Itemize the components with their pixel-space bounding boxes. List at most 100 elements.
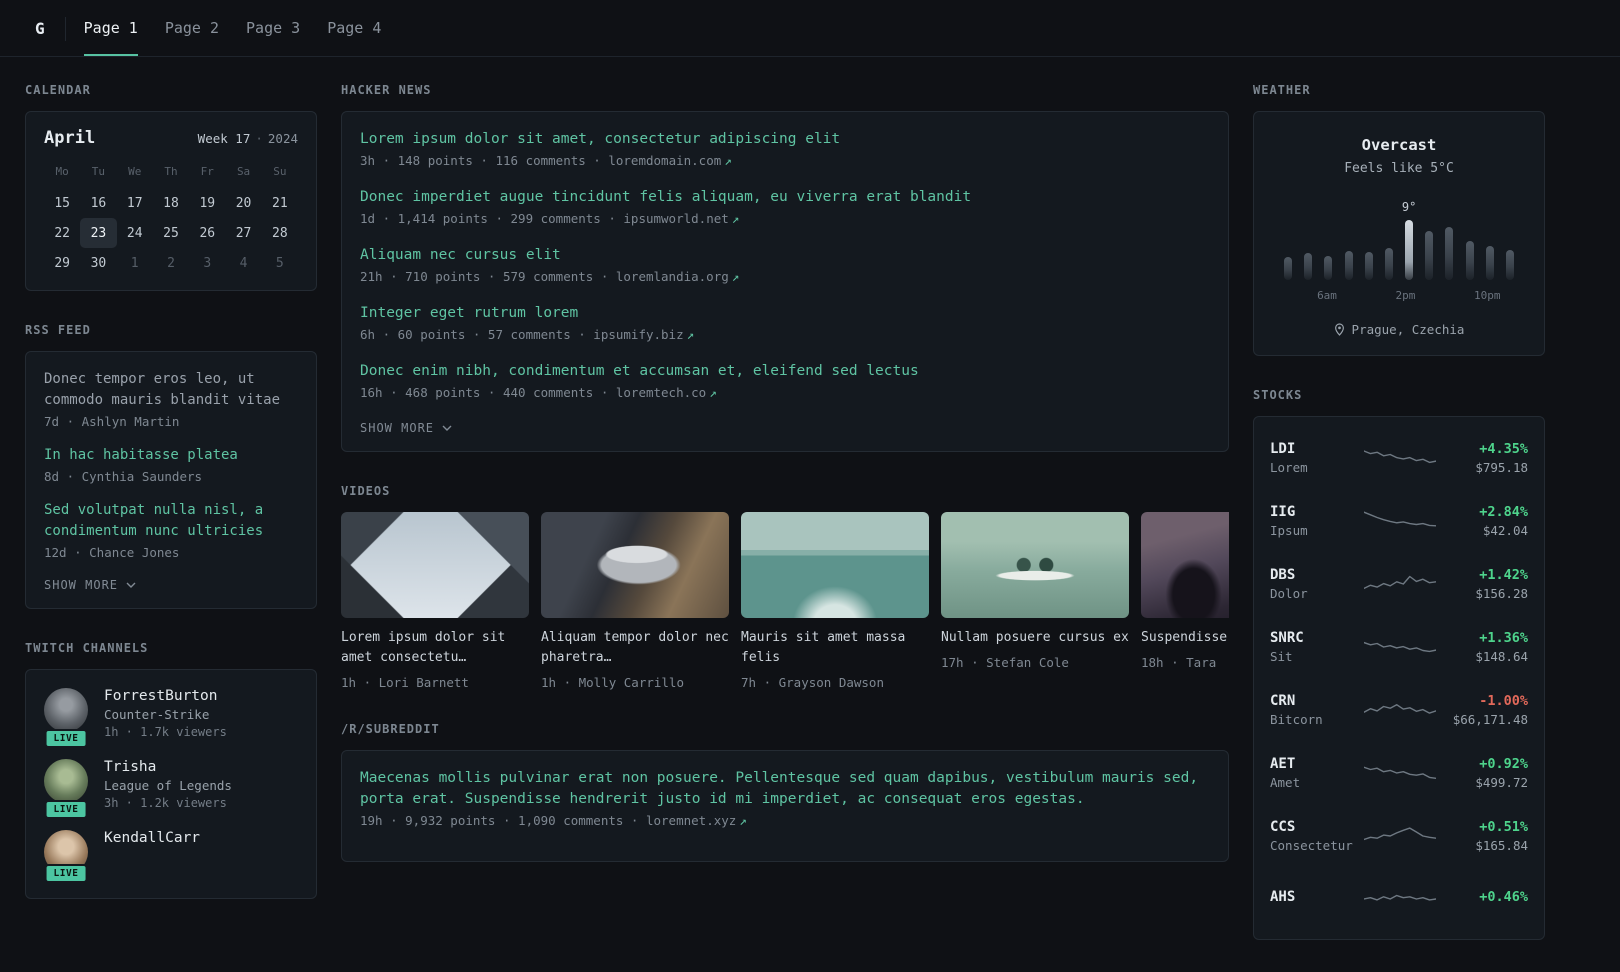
stocks-list: LDI Lorem +4.35% $795.18 IIG Ipsum +2.84… xyxy=(1270,426,1528,930)
hackernews-item-domain[interactable]: ipsumworld.net xyxy=(623,211,728,226)
weather-temp-label xyxy=(1379,194,1399,214)
channel-name: ForrestBurton xyxy=(104,688,218,704)
subreddit-post-domain[interactable]: loremnet.xyz xyxy=(646,813,736,828)
rss-item-title[interactable]: In hac habitasse platea xyxy=(44,445,298,466)
stock-identity: CRN Bitcorn xyxy=(1270,693,1364,727)
stock-price: $165.84 xyxy=(1475,837,1528,853)
twitch-channel-row[interactable]: LIVE KendallCarr xyxy=(44,830,298,883)
hackernews-item-title[interactable]: Integer eget rutrum lorem xyxy=(360,303,1210,324)
rss-show-more-button[interactable]: SHOW MORE xyxy=(44,576,136,594)
weather-bars xyxy=(1278,218,1520,280)
stock-name: Sit xyxy=(1270,648,1293,664)
hackernews-item-domain[interactable]: loremdomain.com xyxy=(608,153,721,168)
stock-identity: LDI Lorem xyxy=(1270,441,1364,475)
stock-name: Consectetur xyxy=(1270,837,1353,853)
live-badge: LIVE xyxy=(44,729,88,748)
stock-values: +0.92% $499.72 xyxy=(1436,756,1528,790)
calendar-weekday-row: Mo Tu We Th Fr Sa Su xyxy=(44,161,298,188)
channel-meta: 1h · 1.7k viewers xyxy=(104,725,227,739)
weather-time-label xyxy=(1501,289,1521,305)
calendar-day: 1 xyxy=(130,255,139,271)
weather-section-title: WEATHER xyxy=(1253,83,1311,97)
video-title[interactable]: Lorem ipsum dolor sit amet consectetu… xyxy=(341,628,529,668)
calendar-day: 3 xyxy=(203,255,212,271)
stocks-section-title: STOCKS xyxy=(1253,388,1303,402)
stock-row[interactable]: SNRC Sit +1.36% $148.64 xyxy=(1270,615,1528,678)
stock-identity: AET Amet xyxy=(1270,756,1364,790)
page-tab[interactable]: Page 2 xyxy=(165,0,219,56)
twitch-channel-row[interactable]: LIVE Trisha League of Legends 3h · 1.2k … xyxy=(44,759,298,819)
calendar-section-title: CALENDAR xyxy=(25,83,91,97)
page-tab[interactable]: Page 4 xyxy=(327,0,381,56)
video-thumbnail[interactable] xyxy=(1141,512,1229,619)
page-tab[interactable]: Page 1 xyxy=(83,0,138,56)
calendar-week: Week 17 xyxy=(197,131,251,146)
stock-name: Lorem xyxy=(1270,459,1308,475)
subreddit-post-stats: 19h · 9,932 points · 1,090 comments · xyxy=(360,813,646,829)
stock-sparkline xyxy=(1363,449,1436,463)
stock-ticker: SNRC xyxy=(1270,629,1304,646)
video-title[interactable]: Nullam posuere cursus ex xyxy=(941,628,1129,648)
weather-time-label xyxy=(1278,289,1298,305)
weather-temp-label xyxy=(1480,194,1500,214)
hackernews-item: Aliquam nec cursus elit 21h · 710 points… xyxy=(360,245,1210,284)
hackernews-item-title[interactable]: Donec imperdiet augue tincidunt felis al… xyxy=(360,187,1210,208)
hackernews-item-meta: 6h · 60 points · 57 comments · ipsumify.… xyxy=(360,327,1210,342)
hackernews-item: Donec imperdiet augue tincidunt felis al… xyxy=(360,187,1210,226)
stock-row[interactable]: IIG Ipsum +2.84% $42.04 xyxy=(1270,489,1528,552)
stock-row[interactable]: AHS +0.46% xyxy=(1270,867,1528,930)
stock-row[interactable]: CCS Consectetur +0.51% $165.84 xyxy=(1270,804,1528,867)
hackernews-item-domain[interactable]: loremtech.co xyxy=(616,385,706,400)
hackernews-item-domain[interactable]: loremlandia.org xyxy=(616,269,729,284)
weather-card: Overcast Feels like 5°C 9° 6am 2pm 10pm Pr… xyxy=(1253,111,1545,356)
stock-row[interactable]: LDI Lorem +4.35% $795.18 xyxy=(1270,426,1528,489)
stock-identity: SNRC Sit xyxy=(1270,630,1364,664)
stock-row[interactable]: DBS Dolor +1.42% $156.28 xyxy=(1270,552,1528,615)
calendar-day: 27 xyxy=(235,225,252,241)
stock-row[interactable]: CRN Bitcorn -1.00% $66,171.48 xyxy=(1270,678,1528,741)
weather-bar xyxy=(1364,252,1373,280)
twitch-channel-row[interactable]: LIVE ForrestBurton Counter-Strike 1h · 1… xyxy=(44,688,298,748)
video-meta: 17h · Stefan Cole xyxy=(941,655,1069,671)
weekday-label: Th xyxy=(164,165,178,178)
hackernews-widget: HACKER NEWS Lorem ipsum dolor sit amet, … xyxy=(341,83,1229,453)
video-meta: 1h · Lori Barnett xyxy=(341,675,469,691)
video-thumbnail[interactable] xyxy=(341,512,529,619)
calendar-day: 29 xyxy=(54,255,70,271)
video-title[interactable]: Suspendisse sodales diam xyxy=(1141,628,1229,648)
location-pin-icon xyxy=(1334,323,1344,336)
calendar-day: 26 xyxy=(199,225,216,241)
weather-widget: WEATHER Overcast Feels like 5°C 9° 6am 2p… xyxy=(1253,83,1545,356)
app-logo[interactable]: G xyxy=(25,0,65,56)
video-title[interactable]: Aliquam tempor dolor nec pharetra… xyxy=(541,628,729,668)
weather-bar xyxy=(1284,257,1293,280)
weather-temp-label xyxy=(1298,194,1318,214)
rss-section-title: RSS FEED xyxy=(25,323,91,337)
hackernews-item-title[interactable]: Aliquam nec cursus elit xyxy=(360,245,1210,266)
hackernews-item-domain[interactable]: ipsumify.biz xyxy=(593,327,683,342)
video-thumbnail[interactable] xyxy=(741,512,929,619)
stock-name: Amet xyxy=(1270,774,1301,790)
stock-row[interactable]: AET Amet +0.92% $499.72 xyxy=(1270,741,1528,804)
video-thumbnail[interactable] xyxy=(941,512,1129,619)
hackernews-show-more-button[interactable]: SHOW MORE xyxy=(360,419,452,437)
video-card: Suspendisse sodales diam 18h · Tara xyxy=(1141,512,1229,690)
avatar xyxy=(44,759,88,803)
hackernews-item-title[interactable]: Lorem ipsum dolor sit amet, consectetur … xyxy=(360,129,1210,150)
hackernews-item-title[interactable]: Donec enim nibh, condimentum et accumsan… xyxy=(360,361,1210,382)
weather-temp-label xyxy=(1439,194,1459,214)
rss-item-title[interactable]: Donec tempor eros leo, ut commodo mauris… xyxy=(44,369,298,411)
avatar xyxy=(44,688,88,732)
stock-change: +4.35% xyxy=(1479,440,1528,457)
hackernews-item-stats: 21h · 710 points · 579 comments · xyxy=(360,269,616,285)
weather-bar xyxy=(1304,253,1313,280)
external-link-icon: ↗ xyxy=(724,153,732,169)
subreddit-section-title: /R/SUBREDDIT xyxy=(341,722,440,737)
external-link-icon: ↗ xyxy=(739,813,747,829)
subreddit-post-title[interactable]: Maecenas mollis pulvinar erat non posuer… xyxy=(360,768,1210,810)
page-tab[interactable]: Page 3 xyxy=(246,0,300,56)
rss-item-title[interactable]: Sed volutpat nulla nisl, a condimentum n… xyxy=(44,500,298,542)
video-thumbnail[interactable] xyxy=(541,512,729,619)
stock-ticker: LDI xyxy=(1270,440,1296,457)
video-title[interactable]: Mauris sit amet massa felis xyxy=(741,628,929,668)
